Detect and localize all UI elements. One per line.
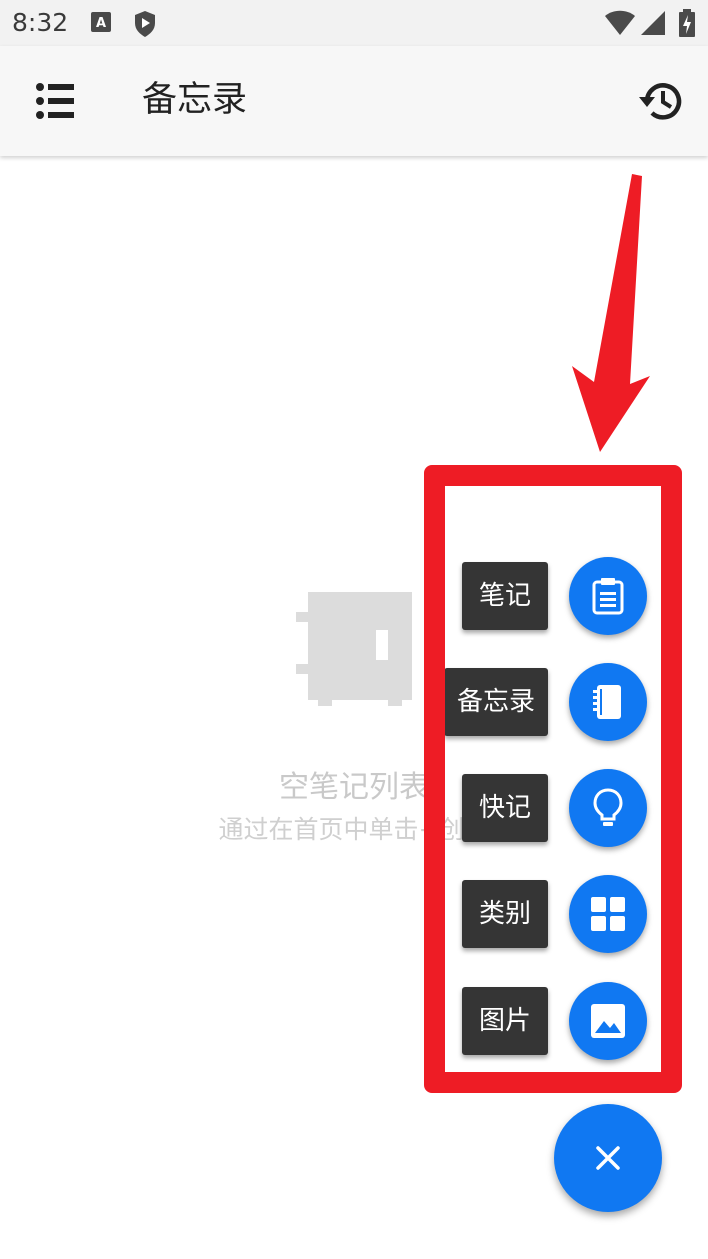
battery-charging-icon <box>679 9 695 37</box>
status-bar: 8:32 A <box>0 0 708 46</box>
annotation-arrow-icon <box>572 174 650 452</box>
shield-play-icon <box>135 11 155 37</box>
close-icon <box>596 1146 620 1170</box>
safe-box-icon <box>296 592 412 706</box>
signal-icon <box>641 11 665 35</box>
page-title: 备忘录 <box>142 80 248 120</box>
history-button[interactable] <box>636 76 686 126</box>
status-time: 8:32 <box>12 8 69 37</box>
svg-text:A: A <box>96 16 106 31</box>
app-bar: 备忘录 <box>0 46 708 156</box>
annotation-frame <box>424 465 682 1093</box>
menu-button[interactable] <box>30 78 80 124</box>
fab-close-button[interactable] <box>554 1104 662 1212</box>
keyboard-a-icon: A <box>91 12 111 32</box>
wifi-icon <box>605 10 635 35</box>
history-icon <box>639 83 682 120</box>
menu-list-icon <box>36 83 74 119</box>
